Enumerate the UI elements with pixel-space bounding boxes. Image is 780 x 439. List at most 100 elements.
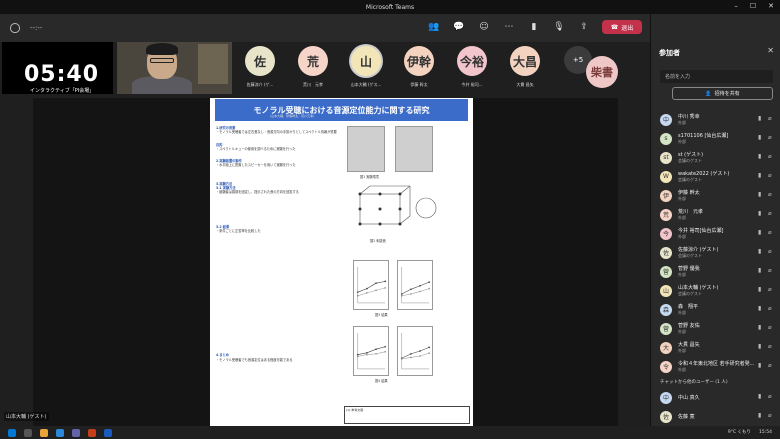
participant-row[interactable]: 菅菅野 優我 外部 ▮ ⌀ — [660, 262, 778, 281]
avatar: 森 — [660, 303, 672, 316]
avatar: 山 — [351, 46, 381, 76]
avatar: 佐 — [660, 246, 672, 259]
files-icon[interactable] — [40, 428, 48, 437]
self-video[interactable]: 05:40 インタラクティブ「PI会場」 — [2, 42, 113, 94]
participant-name: s1701106 [仙台広瀬] — [678, 133, 729, 139]
avatar: 中 — [660, 113, 672, 126]
minimize-icon[interactable]: – — [734, 2, 738, 10]
avatar: 大 — [660, 341, 672, 354]
participant-row[interactable]: 中中山 真久 ▮ ⌀ — [660, 388, 778, 407]
mic-off-icon: ⌀ — [768, 153, 772, 160]
participant-role: 会議のゲスト — [678, 253, 702, 258]
participant-name: 伊藤 幹太 — [678, 190, 700, 196]
figure-caption: 図2 刺激音 — [370, 239, 386, 243]
result-chart-1 — [353, 260, 389, 310]
avatar-tile[interactable]: 今裕 今井 裕司... — [452, 46, 492, 88]
avatar-tile[interactable]: 山 山本大輔 (ゲス... — [346, 46, 386, 88]
participant-role: 外部 — [678, 215, 686, 220]
meeting-toolbar: --:-- 👥 💬 ☺ ⋯ ▮ 🎙 ⇪ ☎ 退出 — [0, 14, 650, 42]
participant-role: 会議のゲスト — [678, 291, 702, 296]
participant-role: 外部 — [678, 196, 686, 201]
teams-icon[interactable] — [72, 428, 80, 437]
close-icon[interactable]: ✕ — [768, 2, 774, 10]
powerpoint-icon[interactable] — [88, 428, 96, 437]
chat-section-label[interactable]: チャットから他のユーザー (1 人) — [660, 376, 778, 388]
start-icon[interactable] — [8, 428, 16, 437]
data-point — [375, 282, 377, 285]
avatar: 伊幹 — [404, 46, 434, 76]
participant-video[interactable] — [117, 42, 232, 94]
invite-button[interactable]: 👤 招待を共有 — [672, 87, 773, 100]
participant-name: 菅野 優我 — [678, 266, 700, 272]
phone-icon: ☎ — [610, 23, 619, 31]
people-icon[interactable]: 👥 — [427, 20, 441, 34]
avatar-tile[interactable]: 伊幹 伊藤 幹太 — [399, 46, 439, 88]
search-icon[interactable] — [24, 428, 32, 437]
camera-off-icon: ▮ — [758, 191, 762, 198]
mic-off-icon: ⌀ — [768, 115, 772, 122]
participant-name: 佐藤涼介 (ゲスト) — [678, 247, 719, 253]
shield-icon[interactable] — [10, 23, 20, 33]
participant-row[interactable]: 令令和４年東北地区 若手研究者発... 外部 ▮ ⌀ — [660, 357, 778, 376]
data-point — [366, 287, 368, 290]
participant-role: 外部 — [678, 234, 686, 239]
presenter-name-label: 山本大輔 (ゲスト) — [4, 412, 49, 421]
mic-off-icon: ⌀ — [768, 393, 772, 400]
participant-status: ▮ ⌀ — [758, 115, 774, 123]
close-icon[interactable]: ✕ — [767, 46, 774, 55]
mic-off-icon: ⌀ — [768, 305, 772, 312]
avatar-tile[interactable]: 大昌 大貫 昌矢 — [505, 46, 545, 88]
result-chart-2 — [397, 260, 433, 310]
participant-row[interactable]: 中中川 秀幸 外部 ▮ ⌀ — [660, 110, 778, 129]
mic-off-icon: ⌀ — [768, 210, 772, 217]
mic-off-icon: ⌀ — [768, 248, 772, 255]
word-icon[interactable] — [104, 428, 112, 437]
reactions-icon[interactable]: ☺ — [477, 20, 491, 34]
participant-row[interactable]: st st (ゲスト) 会議のゲスト ▮ ⌀ — [660, 148, 778, 167]
series-line — [357, 281, 386, 293]
more-icon[interactable]: ⋯ — [502, 20, 516, 34]
participant-name: 荒川 元孝 — [678, 209, 704, 215]
participant-row[interactable]: 佐佐藤涼介 (ゲスト) 会議のゲスト ▮ ⌀ — [660, 243, 778, 262]
participant-role: 外部 — [678, 367, 686, 372]
mic-off-icon: ⌀ — [768, 134, 772, 141]
mic-off-icon: ⌀ — [768, 412, 772, 419]
participant-row[interactable]: 菅菅野 友佑 外部 ▮ ⌀ — [660, 319, 778, 338]
data-point — [410, 356, 412, 359]
participant-row[interactable]: 佐佐藤 寛 ▮ ⌀ — [660, 407, 778, 426]
data-point — [410, 353, 412, 355]
participant-row[interactable]: 山山本大輔 (ゲスト) 会議のゲスト ▮ ⌀ — [660, 281, 778, 300]
participant-row[interactable]: Wwakate2022 (ゲスト) 会議のゲスト ▮ ⌀ — [660, 167, 778, 186]
leave-button[interactable]: ☎ 退出 — [602, 20, 642, 34]
participant-row[interactable]: s s1701106 [仙台広瀬] 外部 ▮ ⌀ — [660, 129, 778, 148]
mic-off-icon[interactable]: 🎙 — [552, 20, 566, 34]
participant-name: 令和４年東北地区 若手研究者発... — [678, 361, 755, 367]
avatar-tile[interactable]: 荒 荒川 元孝 — [293, 46, 333, 88]
participant-info: 佐藤 寛 — [678, 413, 758, 420]
participant-status: ▮ ⌀ — [758, 343, 774, 351]
data-point — [410, 288, 412, 291]
chat-icon[interactable]: 💬 — [452, 20, 466, 34]
person-hair — [146, 43, 178, 55]
participant-info: 佐藤涼介 (ゲスト) 会議のゲスト — [678, 246, 758, 259]
participant-search-input[interactable]: 名前を入力 — [660, 70, 773, 83]
participant-info: 大貫 昌矢 外部 — [678, 341, 758, 354]
avatar-tile[interactable]: 佐 佐藤涼介 (ゲ... — [240, 46, 280, 88]
participant-row[interactable]: 伊伊藤 幹太 外部 ▮ ⌀ — [660, 186, 778, 205]
share-icon[interactable]: ⇪ — [577, 20, 591, 34]
maximize-icon[interactable]: ☐ — [750, 2, 756, 10]
mic-off-icon: ⌀ — [768, 286, 772, 293]
browser-icon[interactable] — [56, 428, 64, 437]
avatar-name: 山本大輔 (ゲス... — [350, 82, 382, 87]
participant-row[interactable]: 森森 翔平 外部 ▮ ⌀ — [660, 300, 778, 319]
data-point — [428, 281, 431, 283]
participant-row[interactable]: 今今井 裕司[仙台広瀬] 外部 ▮ ⌀ — [660, 224, 778, 243]
participant-status: ▮ ⌀ — [758, 362, 774, 370]
participant-row[interactable]: 荒荒川 元孝 外部 ▮ ⌀ — [660, 205, 778, 224]
participant-status: ▮ ⌀ — [758, 153, 774, 161]
camera-off-icon[interactable]: ▮ — [527, 20, 541, 34]
participant-row[interactable]: 大大貫 昌矢 外部 ▮ ⌀ — [660, 338, 778, 357]
mic-off-icon: ⌀ — [768, 362, 772, 369]
participant-name: 山本大輔 (ゲスト) — [678, 285, 719, 291]
participant-list: 中中川 秀幸 外部 ▮ ⌀ s s1701106 [仙台広瀬] 外部 ▮ ⌀ st st (ゲスト)… — [660, 110, 778, 426]
